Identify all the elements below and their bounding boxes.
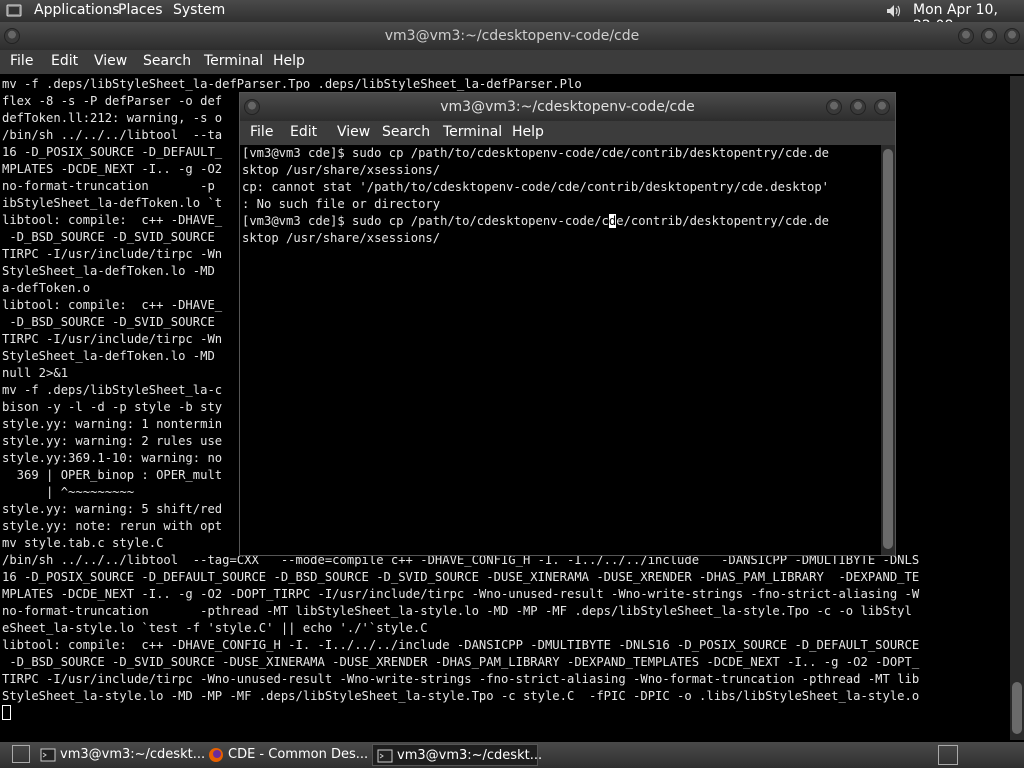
menu-view[interactable]: View (94, 53, 127, 69)
window-menu-button[interactable] (244, 99, 260, 115)
scrollbar-thumb[interactable] (1012, 682, 1022, 734)
close-button[interactable] (874, 99, 890, 115)
menu-help[interactable]: Help (512, 124, 544, 140)
back-terminal-title: vm3@vm3:~/cdesktopenv-code/cde (384, 28, 640, 44)
places-menu[interactable]: Places (118, 2, 163, 18)
menu-file[interactable]: File (10, 53, 33, 69)
menu-terminal[interactable]: Terminal (204, 53, 263, 69)
bottom-taskbar: vm3@vm3:~/cdeskt... CDE - Common Des... … (0, 742, 1024, 768)
minimize-button[interactable] (826, 99, 842, 115)
front-terminal-output[interactable]: [vm3@vm3 cde]$ sudo cp /path/to/cdesktop… (242, 145, 829, 247)
applications-menu-icon[interactable] (6, 3, 22, 19)
front-terminal-titlebar[interactable]: vm3@vm3:~/cdesktopenv-code/cde (240, 93, 895, 121)
task-back-terminal[interactable]: vm3@vm3:~/cdeskt... (36, 744, 205, 766)
show-desktop-icon[interactable] (12, 745, 30, 763)
close-button[interactable] (1004, 28, 1020, 44)
menu-view[interactable]: View (337, 124, 370, 140)
menu-edit[interactable]: Edit (290, 124, 317, 140)
top-panel: Applications Places System Mon Apr 10, 2… (0, 0, 1024, 34)
workspace-switcher-icon[interactable] (938, 745, 958, 765)
menu-terminal[interactable]: Terminal (443, 124, 502, 140)
task-front-terminal[interactable]: vm3@vm3:~/cdeskt... (372, 744, 542, 766)
front-terminal-title: vm3@vm3:~/cdesktopenv-code/cde (440, 99, 695, 115)
terminal-icon (40, 748, 56, 762)
menu-search[interactable]: Search (143, 53, 191, 69)
scrollbar-thumb[interactable] (883, 149, 893, 549)
menu-edit[interactable]: Edit (51, 53, 78, 69)
front-terminal-window: vm3@vm3:~/cdesktopenv-code/cde File Edit… (239, 92, 896, 556)
back-terminal-menubar: File Edit View Search Terminal Help (0, 50, 1024, 74)
menu-help[interactable]: Help (273, 53, 305, 69)
back-terminal-titlebar[interactable]: vm3@vm3:~/cdesktopenv-code/cde (0, 22, 1024, 50)
terminal-icon (377, 749, 393, 763)
system-menu[interactable]: System (173, 2, 225, 18)
volume-icon[interactable] (884, 2, 902, 20)
task-firefox[interactable]: CDE - Common Des... (204, 744, 370, 766)
menu-search[interactable]: Search (382, 124, 430, 140)
minimize-button[interactable] (958, 28, 974, 44)
firefox-icon (209, 748, 223, 762)
applications-menu[interactable]: Applications (34, 2, 120, 18)
window-menu-button[interactable] (4, 28, 20, 44)
maximize-button[interactable] (850, 99, 866, 115)
front-terminal-menubar: File Edit View Search Terminal Help (240, 121, 895, 145)
menu-file[interactable]: File (250, 124, 273, 140)
front-terminal-scrollbar[interactable] (881, 145, 895, 555)
terminal-cursor (2, 705, 11, 720)
back-terminal-scrollbar[interactable] (1010, 76, 1024, 740)
current-command-line: [vm3@vm3 cde]$ sudo cp /path/to/cdesktop… (242, 214, 830, 228)
maximize-button[interactable] (981, 28, 997, 44)
